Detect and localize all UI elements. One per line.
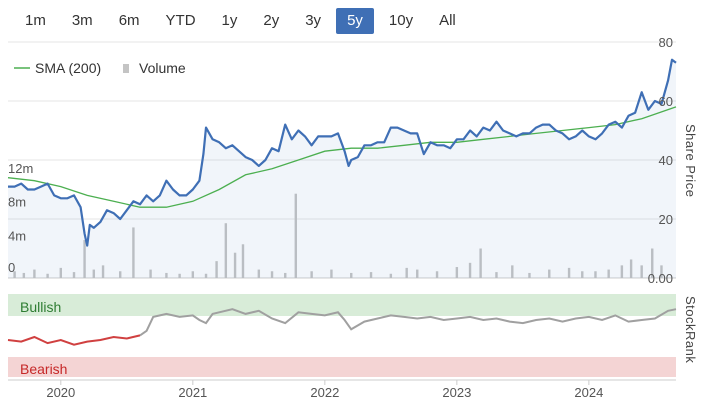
bullish-label: Bullish: [20, 299, 61, 315]
price-tick-label: 80: [659, 35, 673, 50]
price-tick-label: 40: [659, 153, 673, 168]
volume-legend-label: Volume: [139, 60, 186, 76]
stockrank-axis-title: StockRank: [683, 296, 698, 363]
legend: SMA (200) Volume: [14, 60, 186, 76]
x-tick-label: 2024: [574, 385, 603, 400]
stockrank-line-bearish: [7, 334, 141, 346]
bearish-label: Bearish: [20, 361, 67, 377]
price-chart: SMA (200) Volume 80 60 40 20 0.00 12m 8m 4m 0 S…: [7, 35, 698, 400]
volume-tick-label: 12m: [8, 161, 33, 176]
price-tick-label: 0.00: [648, 271, 673, 286]
volume-legend-swatch: [123, 64, 129, 73]
x-tick-label: 2021: [178, 385, 207, 400]
price-area: [8, 59, 676, 279]
share-price-axis-title: Share Price: [683, 124, 698, 197]
sma-legend-label: SMA (200): [35, 60, 101, 76]
volume-tick-label: 4m: [8, 228, 26, 243]
bullish-band: [8, 294, 676, 316]
price-tick-label: 20: [659, 212, 673, 227]
x-tick-label: 2023: [442, 385, 471, 400]
bearish-band: [8, 357, 676, 377]
x-tick-label: 2022: [310, 385, 339, 400]
price-tick-label: 60: [659, 94, 673, 109]
volume-tick-label: 8m: [8, 195, 26, 210]
volume-tick-label: 0: [8, 260, 15, 275]
x-tick-label: 2020: [46, 385, 75, 400]
